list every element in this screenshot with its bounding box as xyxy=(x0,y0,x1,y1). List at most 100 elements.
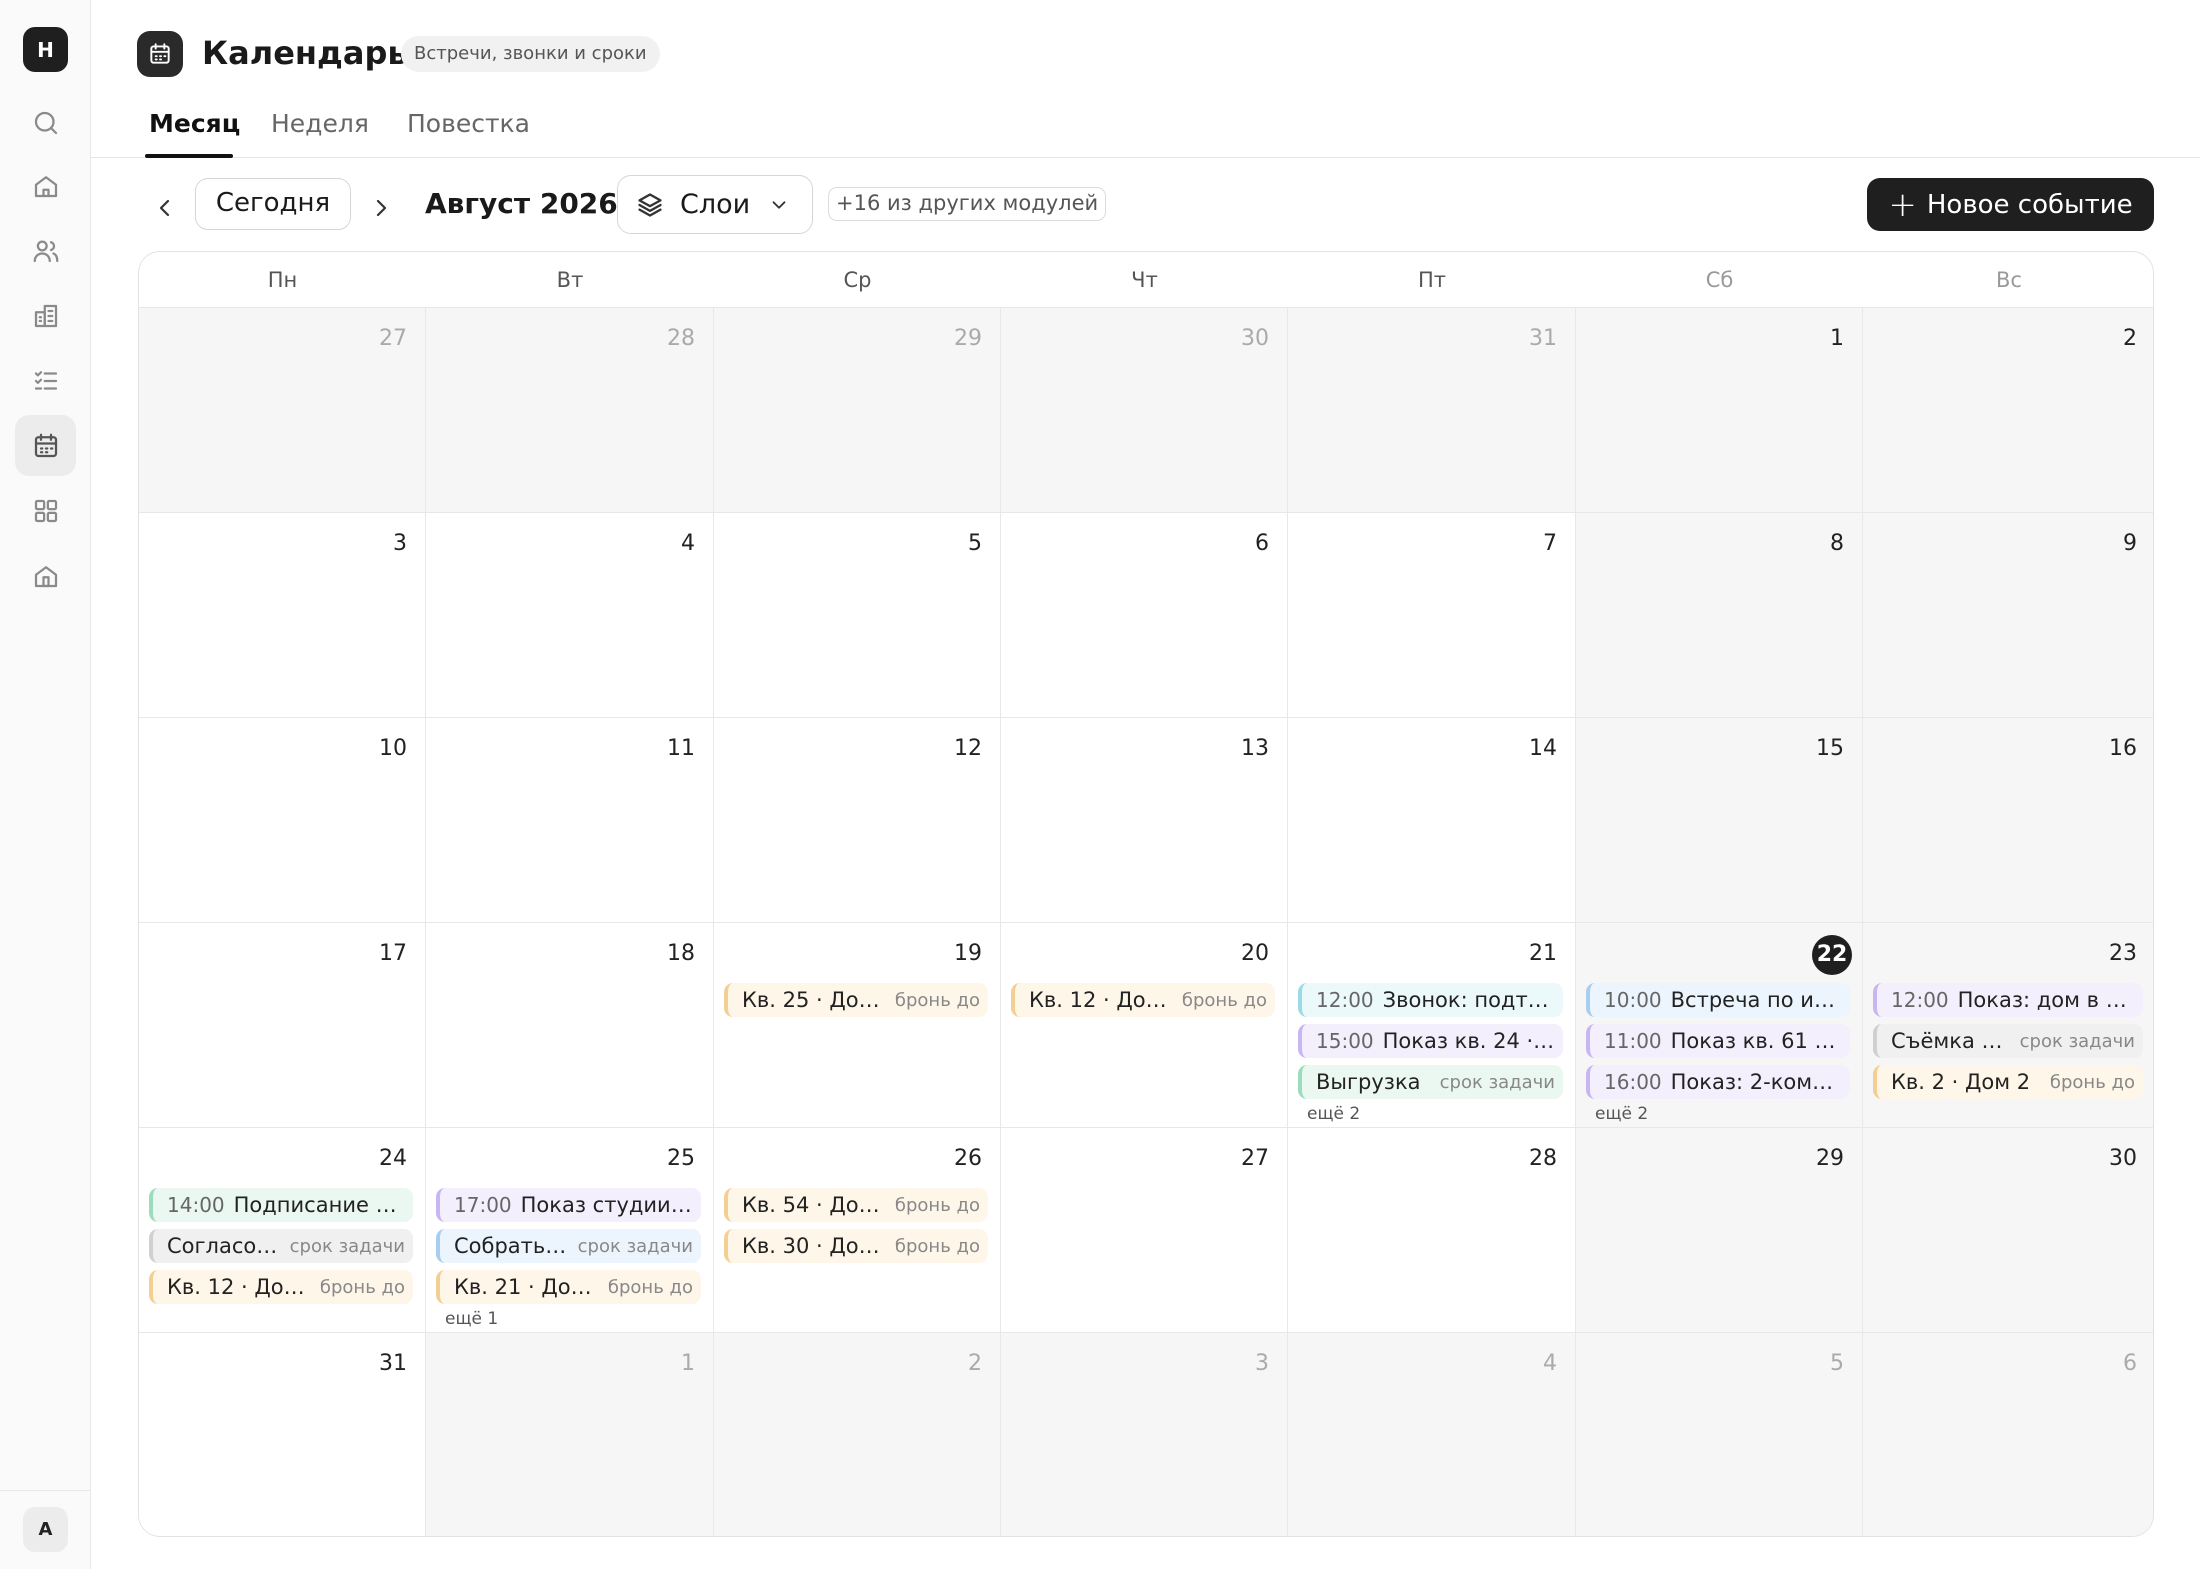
workspace-logo[interactable]: Н xyxy=(23,27,68,72)
day-cell[interactable]: 27 xyxy=(1001,1128,1288,1333)
day-cell[interactable]: 12 xyxy=(714,718,1001,923)
day-cell[interactable]: 25 17:00 Показ студии · Дом 3 Собрать докум… xyxy=(426,1128,714,1333)
event-chip[interactable]: Кв. 54 · Дом 2 бронь до xyxy=(724,1188,988,1222)
home-icon[interactable] xyxy=(15,155,76,216)
day-cell[interactable]: 21 12:00 Звонок: подтверждение 15:00 Показ к… xyxy=(1288,923,1576,1128)
day-cell[interactable]: 3 xyxy=(1001,1333,1288,1536)
day-cell[interactable]: 4 xyxy=(1288,1333,1576,1536)
event-chip[interactable]: Кв. 12 · Дом 1 бронь до xyxy=(1011,983,1275,1017)
event-chip[interactable]: Собрать документы срок задачи xyxy=(436,1229,701,1263)
day-cell[interactable]: 1 xyxy=(1576,308,1863,513)
day-cell[interactable]: 27 xyxy=(139,308,426,513)
day-number: 4 xyxy=(1543,1351,1557,1376)
event-title: Собрать документы xyxy=(454,1234,568,1258)
day-cell[interactable]: 7 xyxy=(1288,513,1576,718)
other-modules-badge[interactable]: +16 из других модулей xyxy=(828,187,1107,221)
day-cell[interactable]: 10 xyxy=(139,718,426,923)
day-number: 15 xyxy=(1816,736,1844,761)
event-chip[interactable]: Кв. 12 · Дом 1 бронь до xyxy=(149,1270,413,1304)
event-chip[interactable]: Кв. 25 · Дом 1 бронь до xyxy=(724,983,988,1017)
day-cell[interactable]: 11 xyxy=(426,718,714,923)
event-title: Подписание договора xyxy=(233,1193,405,1217)
event-title: Кв. 12 · Дом 1 xyxy=(1029,988,1172,1012)
event-chip[interactable]: 16:00 Показ: 2-комнатная xyxy=(1586,1065,1850,1099)
next-month-button[interactable] xyxy=(361,188,401,228)
day-cell[interactable]: 29 xyxy=(1576,1128,1863,1333)
day-cell[interactable]: 29 xyxy=(714,308,1001,513)
day-cell[interactable]: 23 12:00 Показ: дом в посёлке Съёмка кварти… xyxy=(1863,923,2153,1128)
day-cell[interactable]: 5 xyxy=(714,513,1001,718)
day-cell[interactable]: 3 xyxy=(139,513,426,718)
user-avatar[interactable]: А xyxy=(23,1507,68,1552)
day-cell[interactable]: 28 xyxy=(1288,1128,1576,1333)
tab-agenda[interactable]: Повестка xyxy=(407,106,530,142)
layers-dropdown[interactable]: Слои xyxy=(617,175,813,234)
event-chip[interactable]: 11:00 Показ кв. 61 · Дом 2 xyxy=(1586,1024,1850,1058)
day-cell[interactable]: 1 xyxy=(426,1333,714,1536)
day-number: 25 xyxy=(667,1146,695,1171)
day-cell[interactable]: 14 xyxy=(1288,718,1576,923)
today-button[interactable]: Сегодня xyxy=(195,178,351,230)
event-time: 15:00 xyxy=(1316,1029,1374,1053)
event-chip[interactable]: 14:00 Подписание договора xyxy=(149,1188,413,1222)
day-cell[interactable]: 17 xyxy=(139,923,426,1128)
day-cell[interactable]: 13 xyxy=(1001,718,1288,923)
prev-month-button[interactable] xyxy=(145,188,185,228)
day-cell[interactable]: 2 xyxy=(1863,308,2153,513)
tab-week[interactable]: Неделя xyxy=(271,106,369,142)
day-cell[interactable]: 6 xyxy=(1863,1333,2153,1536)
day-cell[interactable]: 28 xyxy=(426,308,714,513)
day-cell[interactable]: 6 xyxy=(1001,513,1288,718)
day-cell[interactable]: 22 10:00 Встреча по ипотеке 11:00 Показ кв. … xyxy=(1576,923,1863,1128)
more-events-link[interactable]: ещё 1 xyxy=(445,1308,498,1330)
search-icon[interactable] xyxy=(15,92,76,153)
building-icon[interactable] xyxy=(15,285,76,346)
weekday-2: Ср xyxy=(843,268,872,292)
event-chip[interactable]: Выгрузка срок задачи xyxy=(1298,1065,1563,1099)
event-chip[interactable]: 10:00 Встреча по ипотеке xyxy=(1586,983,1850,1017)
day-cell[interactable]: 24 14:00 Подписание договора Согласование ср… xyxy=(139,1128,426,1333)
day-cell[interactable]: 31 xyxy=(1288,308,1576,513)
day-cell[interactable]: 8 xyxy=(1576,513,1863,718)
event-chip[interactable]: 12:00 Показ: дом в посёлке xyxy=(1873,983,2143,1017)
tab-month[interactable]: Месяц xyxy=(149,106,240,142)
weekday-1: Вт xyxy=(556,268,584,292)
day-number: 17 xyxy=(379,941,407,966)
more-events-link[interactable]: ещё 2 xyxy=(1595,1103,1648,1125)
weekday-6: Вс xyxy=(1996,268,2022,292)
event-title: Согласование xyxy=(167,1234,280,1258)
event-title: Кв. 2 · Дом 2 xyxy=(1891,1070,2031,1094)
property-icon[interactable] xyxy=(15,545,76,606)
sidebar-divider xyxy=(0,1490,91,1491)
event-chip[interactable]: Кв. 21 · Дом 1 бронь до xyxy=(436,1270,701,1304)
day-cell[interactable]: 30 xyxy=(1001,308,1288,513)
day-cell[interactable]: 20 Кв. 12 · Дом 1 бронь до xyxy=(1001,923,1288,1128)
day-number: 31 xyxy=(1529,326,1557,351)
event-chip[interactable]: Кв. 2 · Дом 2 бронь до xyxy=(1873,1065,2143,1099)
event-chip[interactable]: 17:00 Показ студии · Дом 3 xyxy=(436,1188,701,1222)
day-cell[interactable]: 16 xyxy=(1863,718,2153,923)
day-cell[interactable]: 9 xyxy=(1863,513,2153,718)
day-cell[interactable]: 4 xyxy=(426,513,714,718)
day-cell[interactable]: 15 xyxy=(1576,718,1863,923)
event-chip[interactable]: 12:00 Звонок: подтверждение xyxy=(1298,983,1563,1017)
event-chip[interactable]: 15:00 Показ кв. 24 · Дом 1 xyxy=(1298,1024,1563,1058)
day-cell[interactable]: 30 xyxy=(1863,1128,2153,1333)
users-icon[interactable] xyxy=(15,220,76,281)
day-cell[interactable]: 5 xyxy=(1576,1333,1863,1536)
day-cell[interactable]: 18 xyxy=(426,923,714,1128)
event-title: Встреча по ипотеке xyxy=(1670,988,1842,1012)
weekday-header-row: Пн Вт Ср Чт Пт Сб Вс xyxy=(139,252,2153,308)
more-events-link[interactable]: ещё 2 xyxy=(1307,1103,1360,1125)
day-cell[interactable]: 26 Кв. 54 · Дом 2 бронь до Кв. 30 · Дом 1 бр… xyxy=(714,1128,1001,1333)
event-chip[interactable]: Согласование срок задачи xyxy=(149,1229,413,1263)
event-chip[interactable]: Кв. 30 · Дом 1 бронь до xyxy=(724,1229,988,1263)
day-cell[interactable]: 2 xyxy=(714,1333,1001,1536)
tasks-icon[interactable] xyxy=(15,350,76,411)
event-chip[interactable]: Съёмка квартиры срок задачи xyxy=(1873,1024,2143,1058)
new-event-button[interactable]: + Новое событие xyxy=(1867,178,2154,231)
grid-icon[interactable] xyxy=(15,480,76,541)
day-cell[interactable]: 19 Кв. 25 · Дом 1 бронь до xyxy=(714,923,1001,1128)
day-cell[interactable]: 31 xyxy=(139,1333,426,1536)
calendar-icon[interactable] xyxy=(15,415,76,476)
